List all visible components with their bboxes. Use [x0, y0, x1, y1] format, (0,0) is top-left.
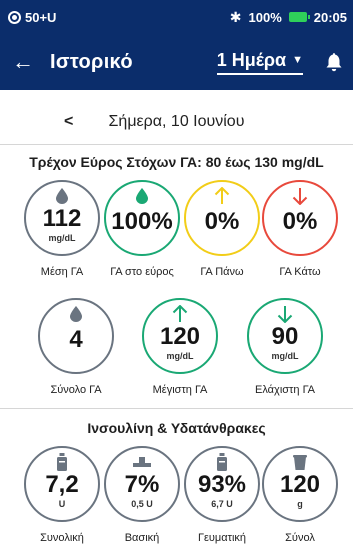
- total-bg-stat[interactable]: 4 Σύνολο ΓΑ: [34, 298, 118, 397]
- insulin-pen-icon: [216, 451, 228, 473]
- drop-icon: [136, 185, 148, 207]
- bg-in-range-stat[interactable]: 100% ΓΑ στο εύρος: [100, 180, 184, 279]
- bluetooth-icon: ✱: [229, 8, 242, 25]
- arrow-up-icon: [214, 185, 230, 207]
- bg-in-range-value: 100%: [111, 208, 173, 235]
- back-arrow-icon[interactable]: ←: [12, 49, 38, 75]
- bg-target-range-title: Τρέχον Εύρος Στόχων ΓΑ: 80 έως 130 mg/dL: [29, 154, 324, 170]
- min-bg-stat[interactable]: 90 mg/dL Ελάχιστη ΓΑ: [243, 298, 327, 397]
- page-title: Ιστορικό: [50, 50, 133, 73]
- drop-icon: [56, 185, 68, 207]
- total-carbs-stat[interactable]: 120 g Σύνολ: [258, 446, 342, 545]
- insulin-pen-icon: [56, 451, 68, 473]
- min-bg-unit: mg/dL: [271, 351, 299, 361]
- caret-down-icon: ▼: [292, 54, 303, 66]
- insulin-carbs-title: Ινσουλίνη & Υδατάνθρακες: [87, 420, 266, 436]
- min-bg-value: 90: [271, 323, 299, 350]
- avg-bg-stat[interactable]: 112 mg/dL Μέση ΓΑ: [20, 180, 104, 279]
- battery-icon: [288, 12, 310, 22]
- total-bg-label: Σύνολο ΓΑ: [50, 384, 102, 396]
- bolus-insulin-value: 93%: [197, 471, 247, 498]
- current-date: Σήμερα, 10 Ιουνίου: [108, 113, 245, 130]
- max-bg-stat[interactable]: 120 mg/dL Μέγιστη ΓΑ: [138, 298, 222, 397]
- total-insulin-label: Συνολική: [40, 532, 84, 544]
- status-bar: 50+U ✱ 100% 20:05: [0, 0, 353, 34]
- max-bg-unit: mg/dL: [166, 351, 194, 361]
- total-carbs-value: 120: [279, 471, 321, 498]
- previous-day-chevron-icon[interactable]: <: [64, 113, 73, 131]
- avg-bg-value: 112: [42, 205, 82, 232]
- bg-in-range-label: ΓΑ στο εύρος: [110, 266, 174, 278]
- min-bg-label: Ελάχιστη ΓΑ: [255, 384, 315, 396]
- total-insulin-value: 7,2: [45, 471, 79, 498]
- basal-insulin-stat[interactable]: 7% 0,5 U Βασική: [100, 446, 184, 545]
- divider: [0, 408, 353, 409]
- arrow-up-icon: [172, 303, 188, 325]
- max-bg-value: 120: [159, 323, 201, 350]
- total-bg-value: 4: [69, 326, 83, 353]
- total-carbs-unit: g: [297, 499, 303, 509]
- bg-above-value: 0%: [204, 208, 240, 235]
- pod-status-icon: [8, 10, 21, 24]
- avg-bg-unit: mg/dL: [48, 233, 76, 243]
- max-bg-label: Μέγιστη ΓΑ: [152, 384, 208, 396]
- arrow-down-icon: [292, 185, 308, 207]
- basal-icon: [133, 451, 151, 473]
- bg-below-label: ΓΑ Κάτω: [279, 266, 321, 278]
- bell-icon[interactable]: [325, 52, 343, 72]
- bg-below-value: 0%: [282, 208, 318, 235]
- app-bar: ← Ιστορικό 1 Ημέρα ▼: [0, 34, 353, 90]
- total-insulin-unit: U: [58, 499, 66, 509]
- total-insulin-stat[interactable]: 7,2 U Συνολική: [20, 446, 104, 545]
- bolus-insulin-stat[interactable]: 93% 6,7 U Γευματική: [180, 446, 264, 545]
- bolus-insulin-label: Γευματική: [197, 532, 247, 544]
- basal-insulin-value: 7%: [124, 471, 160, 498]
- arrow-down-icon: [277, 303, 293, 325]
- clock: 20:05: [313, 9, 347, 25]
- avg-bg-label: Μέση ΓΑ: [40, 266, 84, 278]
- range-dropdown-label: 1 Ημέρα: [216, 49, 287, 70]
- carb-cup-icon: [293, 451, 307, 473]
- drop-icon: [70, 303, 82, 325]
- bg-above-stat[interactable]: 0% ΓΑ Πάνω: [180, 180, 264, 279]
- range-dropdown[interactable]: 1 Ημέρα ▼: [216, 49, 303, 75]
- bg-above-label: ΓΑ Πάνω: [200, 266, 244, 278]
- date-navigator: < Σήμερα, 10 Ιουνίου: [0, 108, 353, 136]
- basal-insulin-unit: 0,5 U: [131, 499, 153, 509]
- basal-insulin-label: Βασική: [124, 532, 160, 544]
- bolus-insulin-unit: 6,7 U: [211, 499, 233, 509]
- battery-percent: 100%: [248, 9, 282, 25]
- divider: [0, 144, 353, 145]
- total-carbs-label: Σύνολ: [285, 532, 315, 544]
- insulin-remaining-text: 50+U: [25, 9, 57, 25]
- bg-below-stat[interactable]: 0% ΓΑ Κάτω: [258, 180, 342, 279]
